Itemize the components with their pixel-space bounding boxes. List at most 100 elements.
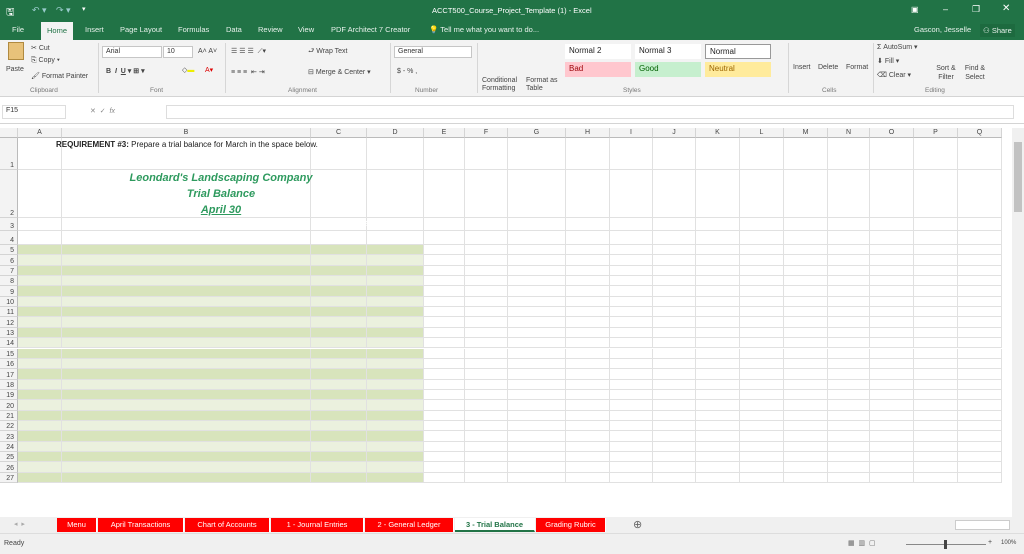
column-header[interactable]: F bbox=[465, 128, 508, 138]
cell[interactable] bbox=[508, 420, 566, 432]
column-header[interactable]: D bbox=[367, 128, 424, 138]
cell[interactable] bbox=[914, 338, 958, 349]
cell[interactable] bbox=[311, 369, 367, 380]
cell[interactable] bbox=[784, 276, 828, 287]
sheet-tab[interactable]: Menu bbox=[57, 518, 97, 532]
row-header[interactable]: 13 bbox=[0, 327, 18, 339]
cell[interactable] bbox=[870, 420, 914, 432]
cell[interactable] bbox=[610, 452, 653, 463]
cell[interactable] bbox=[784, 245, 828, 256]
cell[interactable] bbox=[653, 296, 696, 308]
cell[interactable] bbox=[424, 410, 465, 421]
row-header[interactable]: 20 bbox=[0, 400, 18, 411]
cell[interactable] bbox=[367, 389, 424, 401]
cell[interactable] bbox=[784, 462, 828, 473]
zoom-slider[interactable] bbox=[906, 540, 986, 549]
cell[interactable] bbox=[696, 348, 740, 359]
cell[interactable] bbox=[566, 286, 610, 297]
row-header[interactable]: 23 bbox=[0, 431, 18, 442]
font-size-select[interactable]: 10 bbox=[163, 46, 193, 58]
cell[interactable] bbox=[828, 338, 870, 349]
cell[interactable] bbox=[653, 369, 696, 380]
cell[interactable] bbox=[508, 389, 566, 401]
cell[interactable] bbox=[508, 307, 566, 318]
vertical-scrollbar[interactable] bbox=[1012, 128, 1024, 517]
cell[interactable] bbox=[610, 296, 653, 308]
cell[interactable] bbox=[465, 231, 508, 245]
cell[interactable] bbox=[653, 462, 696, 473]
cell[interactable] bbox=[465, 462, 508, 473]
cell[interactable] bbox=[566, 317, 610, 328]
cell[interactable] bbox=[914, 245, 958, 256]
cell[interactable] bbox=[18, 441, 62, 452]
autosum-button[interactable]: Σ AutoSum ▾ bbox=[877, 43, 918, 51]
cell[interactable] bbox=[696, 389, 740, 401]
cell[interactable] bbox=[958, 431, 1002, 442]
cell[interactable] bbox=[740, 276, 784, 287]
cell[interactable] bbox=[566, 431, 610, 442]
tab-insert[interactable]: Insert bbox=[85, 25, 104, 34]
cell[interactable] bbox=[740, 245, 784, 256]
cell[interactable] bbox=[740, 389, 784, 401]
style-bad[interactable]: Bad bbox=[565, 62, 631, 77]
cell[interactable] bbox=[18, 255, 62, 266]
cell[interactable] bbox=[870, 400, 914, 411]
cell[interactable] bbox=[696, 400, 740, 411]
format-painter-button[interactable]: 🖌 Format Painter bbox=[31, 72, 88, 80]
cell[interactable] bbox=[610, 265, 653, 277]
cell[interactable] bbox=[18, 410, 62, 421]
cell[interactable] bbox=[653, 218, 696, 231]
cell[interactable] bbox=[367, 410, 424, 421]
cell[interactable] bbox=[18, 420, 62, 432]
cell[interactable] bbox=[566, 441, 610, 452]
cell[interactable] bbox=[508, 452, 566, 463]
cell[interactable] bbox=[828, 255, 870, 266]
cell[interactable] bbox=[958, 245, 1002, 256]
cell[interactable] bbox=[424, 245, 465, 256]
cell[interactable] bbox=[784, 379, 828, 390]
cell[interactable] bbox=[696, 338, 740, 349]
cell[interactable] bbox=[367, 327, 424, 339]
cell[interactable] bbox=[566, 218, 610, 231]
cell[interactable] bbox=[914, 389, 958, 401]
cell[interactable] bbox=[465, 296, 508, 308]
cell[interactable] bbox=[367, 452, 424, 463]
cell[interactable] bbox=[18, 265, 62, 277]
cell[interactable] bbox=[914, 286, 958, 297]
redo-icon[interactable]: ↷ ▾ bbox=[56, 5, 71, 16]
cell[interactable] bbox=[870, 317, 914, 328]
cell[interactable] bbox=[740, 410, 784, 421]
cell[interactable] bbox=[62, 452, 311, 463]
cell[interactable] bbox=[696, 276, 740, 287]
cell[interactable] bbox=[18, 379, 62, 390]
cell[interactable] bbox=[914, 420, 958, 432]
cell[interactable] bbox=[508, 441, 566, 452]
cell[interactable] bbox=[311, 286, 367, 297]
cell[interactable] bbox=[508, 265, 566, 277]
tab-formulas[interactable]: Formulas bbox=[178, 25, 209, 34]
cell[interactable] bbox=[828, 462, 870, 473]
cell[interactable] bbox=[311, 317, 367, 328]
cell[interactable] bbox=[828, 296, 870, 308]
cell[interactable] bbox=[508, 231, 566, 245]
cell[interactable] bbox=[696, 138, 740, 170]
cell[interactable] bbox=[465, 441, 508, 452]
worksheet-grid[interactable]: 1 2 3 4 5 6 7 8 9 10 11 12 13 14 15 16 17 18 19 20 21 22 23 24 2… bbox=[0, 128, 1012, 517]
cell[interactable] bbox=[62, 307, 311, 318]
cell[interactable] bbox=[828, 389, 870, 401]
row-header[interactable]: 2 bbox=[0, 170, 18, 218]
style-normal-2[interactable]: Normal 2 bbox=[565, 44, 631, 59]
cell[interactable] bbox=[62, 441, 311, 452]
cell[interactable] bbox=[62, 265, 311, 277]
cell[interactable] bbox=[914, 348, 958, 359]
minimize-icon[interactable]: – bbox=[943, 4, 948, 14]
cell[interactable] bbox=[958, 452, 1002, 463]
cell[interactable] bbox=[566, 379, 610, 390]
cell[interactable] bbox=[914, 170, 958, 218]
cell[interactable] bbox=[62, 462, 311, 473]
cell[interactable] bbox=[696, 170, 740, 218]
cell[interactable] bbox=[311, 296, 367, 308]
cell[interactable] bbox=[566, 327, 610, 339]
cell[interactable] bbox=[696, 255, 740, 266]
cell[interactable] bbox=[653, 317, 696, 328]
